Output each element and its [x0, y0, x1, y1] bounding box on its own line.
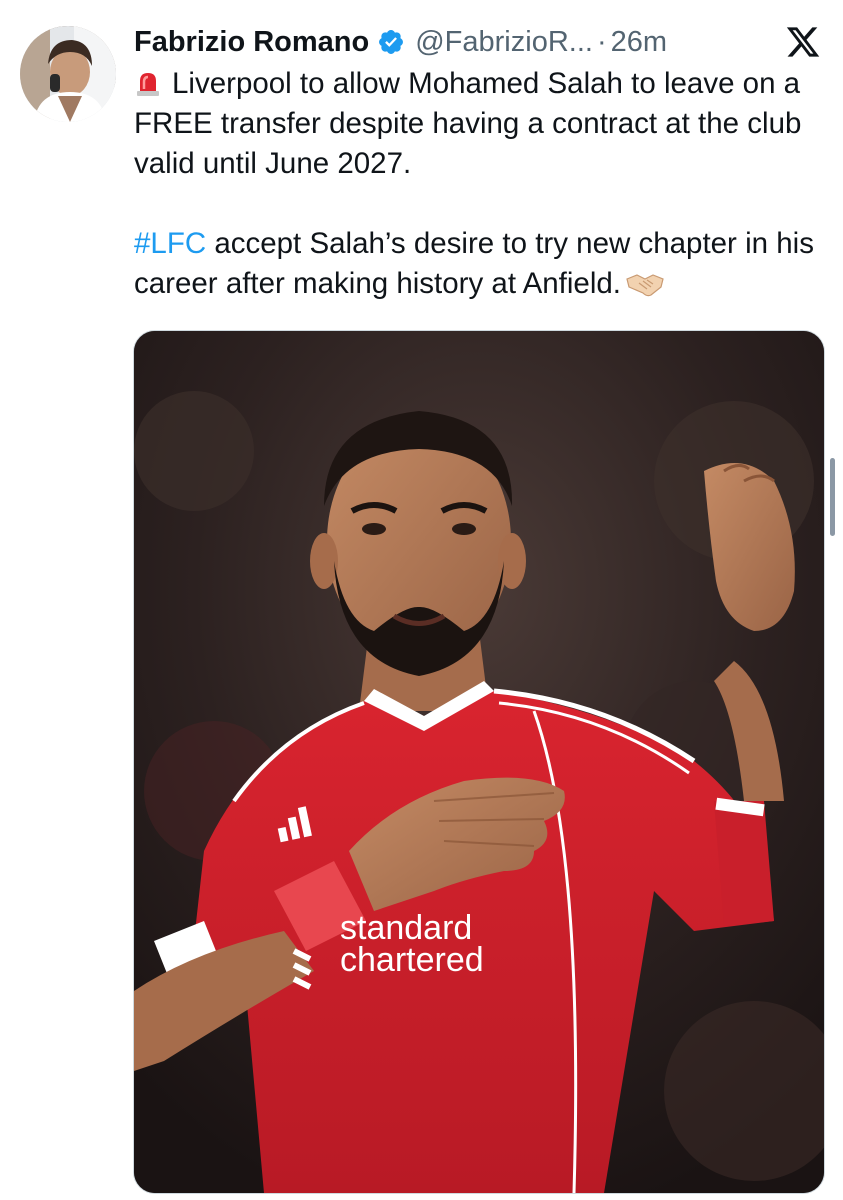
tweet-header: Fabrizio Romano @FabrizioR... · 26m — [134, 22, 667, 62]
tweet-paragraph-1-text: Liverpool to allow Mohamed Salah to leav… — [134, 67, 802, 180]
author-handle[interactable]: @FabrizioR... — [415, 26, 593, 59]
tweet-text: Liverpool to allow Mohamed Salah to leav… — [134, 64, 824, 304]
scrollbar-thumb[interactable] — [830, 458, 835, 536]
tweet-card[interactable]: Fabrizio Romano @FabrizioR... · 26m Live… — [0, 0, 843, 1200]
tweet-paragraph-1: Liverpool to allow Mohamed Salah to leav… — [134, 64, 824, 184]
sponsor-text-line-2: chartered — [340, 941, 484, 979]
siren-emoji-icon — [134, 68, 162, 96]
handshake-emoji-icon — [625, 269, 665, 299]
timestamp[interactable]: 26m — [611, 26, 667, 59]
x-logo-icon — [785, 24, 821, 60]
separator-dot: · — [596, 25, 607, 58]
hashtag-link[interactable]: #LFC — [134, 227, 206, 260]
avatar[interactable] — [20, 26, 116, 122]
tweet-media-photo[interactable]: standard chartered — [133, 330, 825, 1194]
author-display-name[interactable]: Fabrizio Romano — [134, 26, 369, 59]
tweet-paragraph-2: #LFC accept Salah’s desire to try new ch… — [134, 224, 824, 304]
verified-badge-icon — [377, 28, 405, 56]
tweet-paragraph-2-text: accept Salah’s desire to try new chapter… — [134, 227, 814, 300]
